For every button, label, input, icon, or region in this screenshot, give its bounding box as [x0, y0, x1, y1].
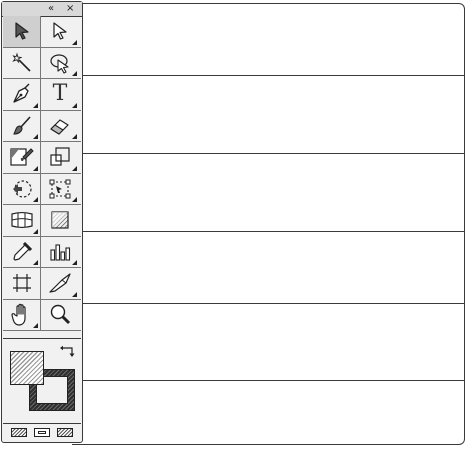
direct-selection-tool-icon — [53, 22, 67, 40]
canvas-stage: « × T — [0, 0, 470, 457]
more-tools-indicator — [33, 260, 38, 265]
zoom-tool-icon — [50, 304, 71, 324]
panel-row-divider — [72, 380, 464, 381]
swap-fill-stroke-icon[interactable] — [59, 343, 77, 362]
eraser-tool[interactable] — [41, 111, 79, 142]
rotate-tool-icon — [12, 180, 32, 198]
pen-tool[interactable] — [3, 79, 41, 110]
magic-wand-tool-icon — [11, 52, 31, 72]
tool-grid: T — [3, 16, 81, 331]
graph-tool-icon — [50, 244, 71, 261]
rotate-tool[interactable] — [3, 173, 41, 204]
more-tools-indicator — [72, 165, 77, 171]
more-tools-indicator — [72, 71, 77, 76]
paintbrush-tool-icon — [12, 116, 31, 135]
tools-panel: « × T — [1, 1, 83, 443]
artboard-tool[interactable] — [3, 268, 41, 299]
normal-screen-mode-icon[interactable] — [10, 428, 27, 437]
zoom-tool[interactable] — [41, 300, 79, 331]
free-transform-tool-icon — [49, 179, 71, 199]
screen-mode-controls — [3, 423, 81, 441]
knife-tool[interactable] — [41, 268, 79, 299]
panel-row-divider — [72, 75, 464, 76]
scale-tool-icon — [50, 147, 70, 166]
live-paint-bucket-tool-icon — [9, 148, 34, 166]
magic-wand-tool[interactable] — [3, 47, 41, 78]
more-tools-indicator — [33, 197, 38, 202]
artboard-tool-icon — [12, 274, 31, 293]
mesh-tool[interactable] — [3, 205, 41, 236]
panel-row-divider — [72, 231, 464, 232]
more-tools-indicator — [33, 134, 38, 139]
hand-tool[interactable] — [3, 299, 41, 330]
more-tools-indicator — [72, 102, 77, 108]
free-transform-tool[interactable] — [41, 174, 79, 205]
gradient-tool[interactable] — [41, 205, 79, 236]
more-tools-indicator — [72, 260, 77, 265]
type-tool-icon: T — [52, 81, 68, 107]
eraser-tool-icon — [50, 119, 69, 135]
scale-tool[interactable] — [41, 142, 79, 173]
panel-row-divider — [72, 303, 464, 304]
eyedropper-tool-icon — [12, 241, 32, 261]
more-tools-indicator — [72, 39, 77, 45]
more-tools-indicator — [72, 197, 77, 202]
full-screen-mode-icon[interactable] — [57, 428, 74, 437]
lasso-tool[interactable] — [41, 48, 79, 79]
knife-tool-icon — [49, 273, 71, 293]
hand-tool-icon — [10, 303, 26, 326]
layers-panel — [72, 3, 465, 445]
graph-tool[interactable] — [41, 237, 79, 268]
close-panel-icon[interactable]: × — [66, 2, 74, 15]
fill-swatch[interactable] — [10, 351, 44, 385]
more-tools-indicator — [72, 134, 77, 139]
more-tools-indicator — [33, 165, 38, 171]
more-tools-indicator — [33, 228, 38, 234]
direct-selection-tool[interactable] — [41, 16, 79, 47]
full-screen-with-menu-icon[interactable] — [33, 428, 50, 437]
lasso-tool-icon — [50, 54, 69, 74]
mesh-tool-icon — [10, 212, 33, 229]
paintbrush-tool[interactable] — [3, 110, 41, 141]
more-tools-indicator — [33, 102, 38, 108]
gradient-tool-icon — [51, 211, 69, 229]
live-paint-bucket-tool[interactable] — [3, 142, 41, 173]
pen-tool-icon — [12, 83, 29, 103]
fill-stroke-controls — [3, 338, 81, 423]
more-tools-indicator — [72, 291, 77, 297]
collapse-panel-icon[interactable]: « — [48, 2, 54, 15]
tools-panel-titlebar[interactable]: « × — [2, 2, 82, 17]
eyedropper-tool[interactable] — [3, 236, 41, 267]
more-tools-indicator — [33, 323, 38, 328]
selection-tool[interactable] — [3, 16, 41, 47]
panel-row-divider — [72, 153, 464, 154]
type-tool[interactable]: T — [41, 79, 79, 110]
selection-tool-icon — [14, 22, 29, 40]
